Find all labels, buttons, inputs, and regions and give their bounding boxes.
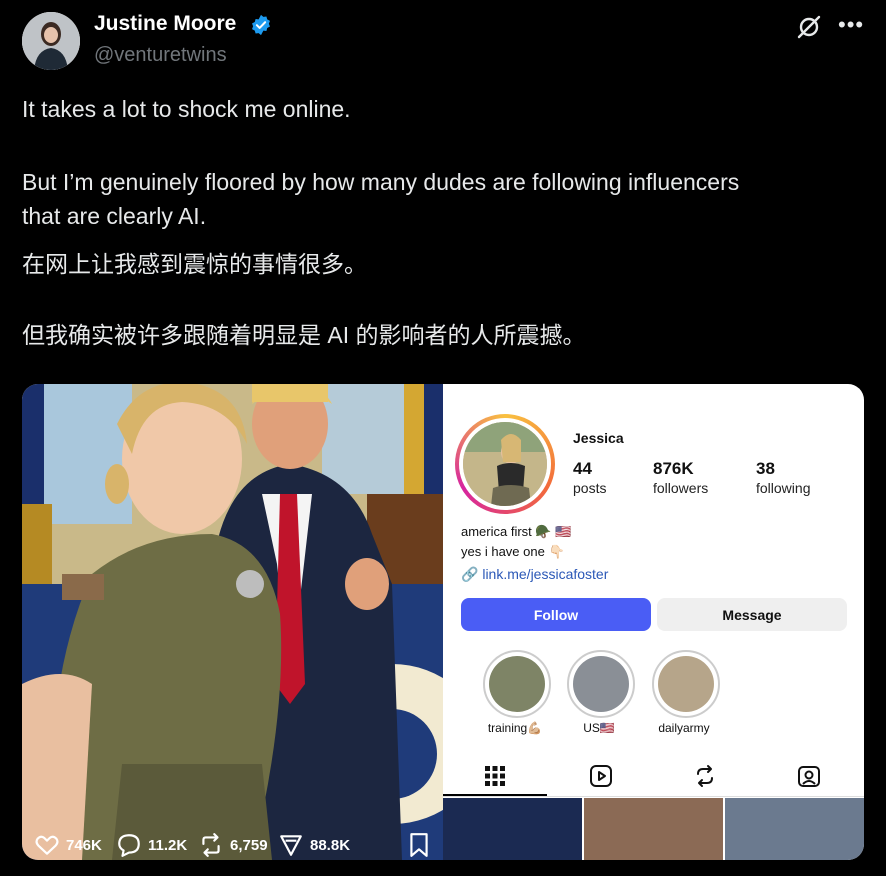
link-icon: 🔗 — [461, 566, 479, 582]
ig-profile-photo — [463, 422, 547, 506]
ig-message-button[interactable]: Message — [657, 598, 847, 631]
reply-count: 11.2K — [148, 836, 188, 854]
ig-highlight-us[interactable] — [567, 650, 635, 718]
grid-icon[interactable] — [483, 764, 507, 788]
ig-profile-tabbar — [443, 756, 864, 797]
tweet-text-line-3: that are clearly AI. — [22, 203, 207, 229]
verified-badge-icon — [252, 14, 270, 36]
reply-icon — [118, 834, 140, 857]
ig-bio-link[interactable]: 🔗 link.me/jessicafoster — [461, 566, 608, 583]
instagram-profile-screenshot[interactable]: Jessica 44 posts 876K followers 38 follo… — [443, 384, 864, 860]
ig-username: Jessica — [573, 430, 624, 446]
tweet-text-line-5: 但我确实被许多跟随着明显是 AI 的影响者的人所震撼。 — [22, 322, 586, 348]
like-count: 746K — [66, 836, 102, 854]
ig-highlight-training[interactable] — [483, 650, 551, 718]
tagged-icon[interactable] — [797, 764, 821, 788]
reels-icon[interactable] — [589, 764, 613, 788]
author-name[interactable]: Justine Moore — [94, 12, 236, 36]
tweet-text-line-2: But I’m genuinely floored by how many du… — [22, 169, 740, 195]
ig-highlight-label: dailyarmy — [658, 721, 710, 735]
more-icon[interactable]: ••• — [838, 12, 864, 38]
ig-profile-story-ring[interactable] — [455, 414, 555, 514]
reply-button[interactable]: 11.2K — [116, 832, 187, 858]
grok-icon[interactable] — [796, 14, 822, 40]
ig-posts-label: posts — [573, 480, 607, 496]
views-count: 88.8K — [310, 836, 351, 854]
ig-posts-count: 44 — [573, 459, 592, 478]
views-icon — [280, 835, 302, 856]
heart-icon — [35, 835, 59, 855]
reposts-icon[interactable] — [693, 764, 717, 788]
ig-bio-line-2: yes i have one 👇🏻 — [461, 544, 565, 559]
tweet-text-line-4: 在网上让我感到震惊的事情很多。 — [22, 251, 367, 277]
ig-followers-label[interactable]: followers — [653, 480, 708, 496]
ig-highlight-label: US🇺🇸 — [583, 721, 615, 735]
ig-following-count[interactable]: 38 — [756, 459, 775, 479]
bookmark-icon[interactable] — [406, 832, 432, 858]
ig-followers-count[interactable]: 876K — [653, 459, 694, 479]
ig-highlight-label: training💪🏼 — [487, 721, 543, 735]
repost-count: 6,759 — [230, 836, 268, 854]
selfie-photo[interactable] — [22, 384, 443, 860]
author-handle[interactable]: @venturetwins — [94, 44, 227, 67]
tweet-media[interactable]: Jessica 44 posts 876K followers 38 follo… — [22, 384, 864, 860]
ig-follow-button[interactable]: Follow — [461, 598, 651, 631]
ig-active-tab-indicator — [443, 794, 547, 796]
ig-following-label[interactable]: following — [756, 480, 810, 496]
tweet-text-line-1: It takes a lot to shock me online. — [22, 96, 351, 122]
ig-bio-link-text[interactable]: link.me/jessicafoster — [482, 566, 608, 582]
ig-highlight-dailyarmy[interactable] — [652, 650, 720, 718]
author-avatar[interactable] — [22, 12, 80, 70]
repost-button[interactable]: 6,759 — [198, 832, 268, 858]
repost-icon — [202, 833, 220, 857]
views-button[interactable]: 88.8K — [278, 832, 350, 858]
like-button[interactable]: 746K — [34, 832, 102, 858]
tweet-action-bar: 746K 11.2K 6,759 88.8K — [22, 820, 864, 870]
ig-bio-line-1: america first 🪖 🇺🇸 — [461, 524, 572, 539]
